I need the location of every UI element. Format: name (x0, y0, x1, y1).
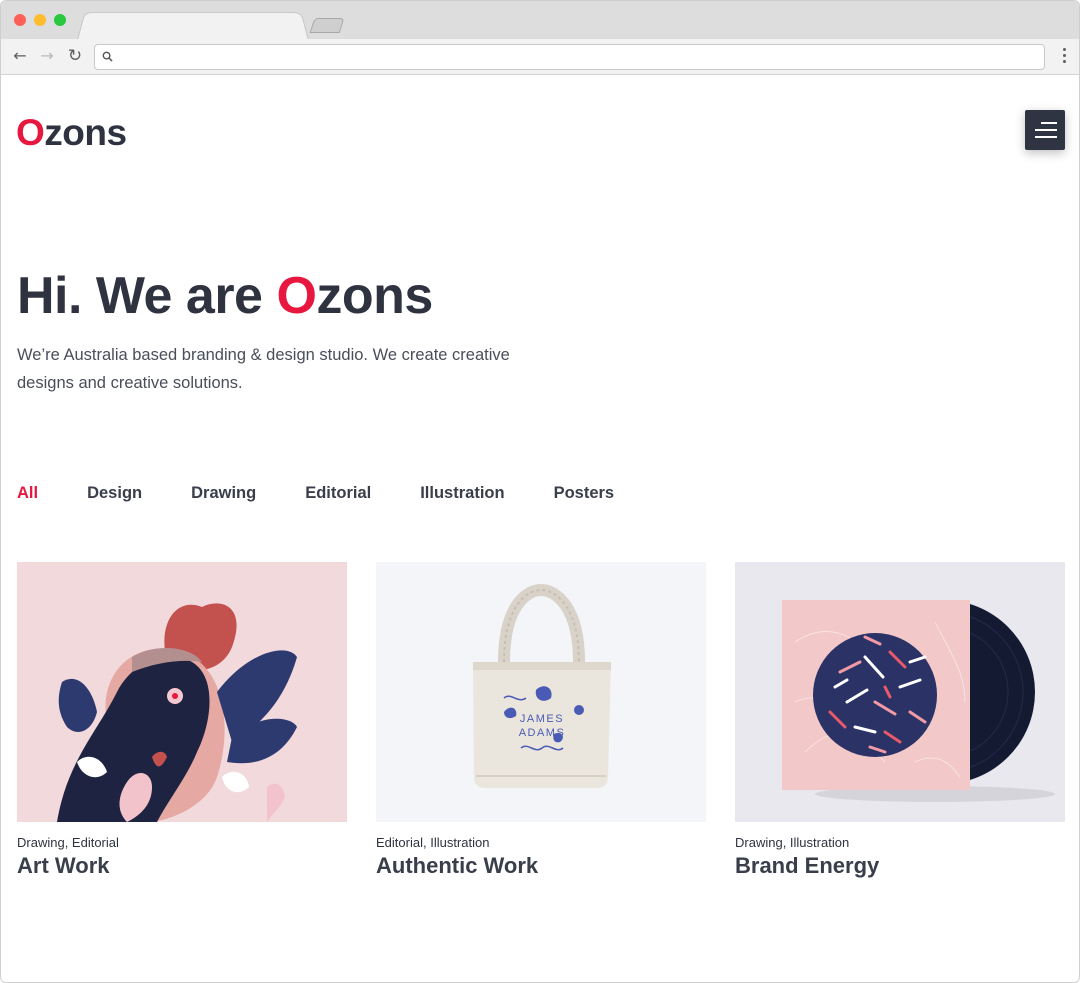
minimize-window-icon[interactable] (34, 14, 46, 26)
browser-titlebar (1, 1, 1079, 40)
card-categories: Drawing, Illustration (735, 835, 850, 850)
hero-subtitle: We’re Australia based branding & design … (17, 346, 510, 392)
hero-title-rest: zons (316, 267, 433, 325)
search-icon (102, 51, 113, 62)
portfolio-card[interactable]: JAMES ADAMS Editorial, Illustration Auth… (376, 562, 706, 879)
browser-window: ← → ↻ Ozons Hi. We are Ozons We’re Austr… (0, 0, 1080, 983)
site-logo[interactable]: Ozons (16, 112, 127, 154)
category-link[interactable]: Illustration (790, 835, 849, 850)
category-link[interactable]: Drawing (17, 835, 65, 850)
card-categories: Drawing, Editorial (17, 835, 119, 850)
authentic-work-thumbnail[interactable]: JAMES ADAMS (376, 562, 706, 822)
tote-bag-image: JAMES ADAMS (376, 562, 706, 822)
filter-design[interactable]: Design (87, 484, 142, 508)
category-link[interactable]: Editorial (376, 835, 423, 850)
hero-title-initial: O (276, 267, 317, 325)
hamburger-line (1035, 136, 1057, 138)
card-title[interactable]: Brand Energy (735, 853, 1065, 879)
card-categories: Editorial, Illustration (376, 835, 490, 850)
close-window-icon[interactable] (14, 14, 26, 26)
address-bar[interactable] (94, 44, 1045, 70)
vinyl-record-image (735, 562, 1065, 822)
filter-editorial[interactable]: Editorial (305, 484, 371, 508)
forward-arrow-icon[interactable]: → (36, 45, 58, 67)
reload-icon[interactable]: ↻ (64, 45, 86, 67)
category-link[interactable]: Drawing (735, 835, 783, 850)
category-link[interactable]: Editorial (72, 835, 119, 850)
logo-text: zons (44, 112, 127, 153)
hero-title-prefix: Hi. We are (17, 267, 277, 325)
url-input[interactable] (119, 48, 1029, 66)
logo-initial: O (16, 112, 45, 153)
filter-all[interactable]: All (17, 484, 38, 508)
portfolio-card[interactable]: Drawing, Editorial Art Work (17, 562, 347, 879)
page-content: Ozons Hi. We are Ozons We’re Australia b… (1, 76, 1079, 982)
portfolio-filter-bar: All Design Drawing Editorial Illustratio… (17, 484, 663, 508)
browser-menu-icon[interactable] (1063, 48, 1067, 66)
portfolio-card[interactable]: Drawing, Illustration Brand Energy (735, 562, 1065, 879)
hamburger-line (1041, 122, 1057, 124)
card-title[interactable]: Authentic Work (376, 853, 706, 879)
brand-energy-thumbnail[interactable] (735, 562, 1065, 822)
art-work-thumbnail[interactable] (17, 562, 347, 822)
hero-title: Hi. We are Ozons (17, 266, 433, 326)
tote-text-line1: JAMES (520, 713, 564, 725)
back-arrow-icon[interactable]: ← (9, 45, 31, 67)
tote-text-line2: ADAMS (519, 727, 566, 739)
hamburger-line (1035, 129, 1057, 131)
filter-posters[interactable]: Posters (554, 484, 615, 508)
category-link[interactable]: Illustration (430, 835, 489, 850)
filter-drawing[interactable]: Drawing (191, 484, 256, 508)
menu-toggle-button[interactable] (1025, 110, 1065, 150)
new-tab-button[interactable] (309, 18, 345, 33)
browser-toolbar: ← → ↻ (1, 39, 1079, 75)
browser-tab-active[interactable] (77, 12, 309, 40)
card-title[interactable]: Art Work (17, 853, 347, 879)
filter-illustration[interactable]: Illustration (420, 484, 504, 508)
art-work-illustration (17, 562, 347, 822)
maximize-window-icon[interactable] (54, 14, 66, 26)
